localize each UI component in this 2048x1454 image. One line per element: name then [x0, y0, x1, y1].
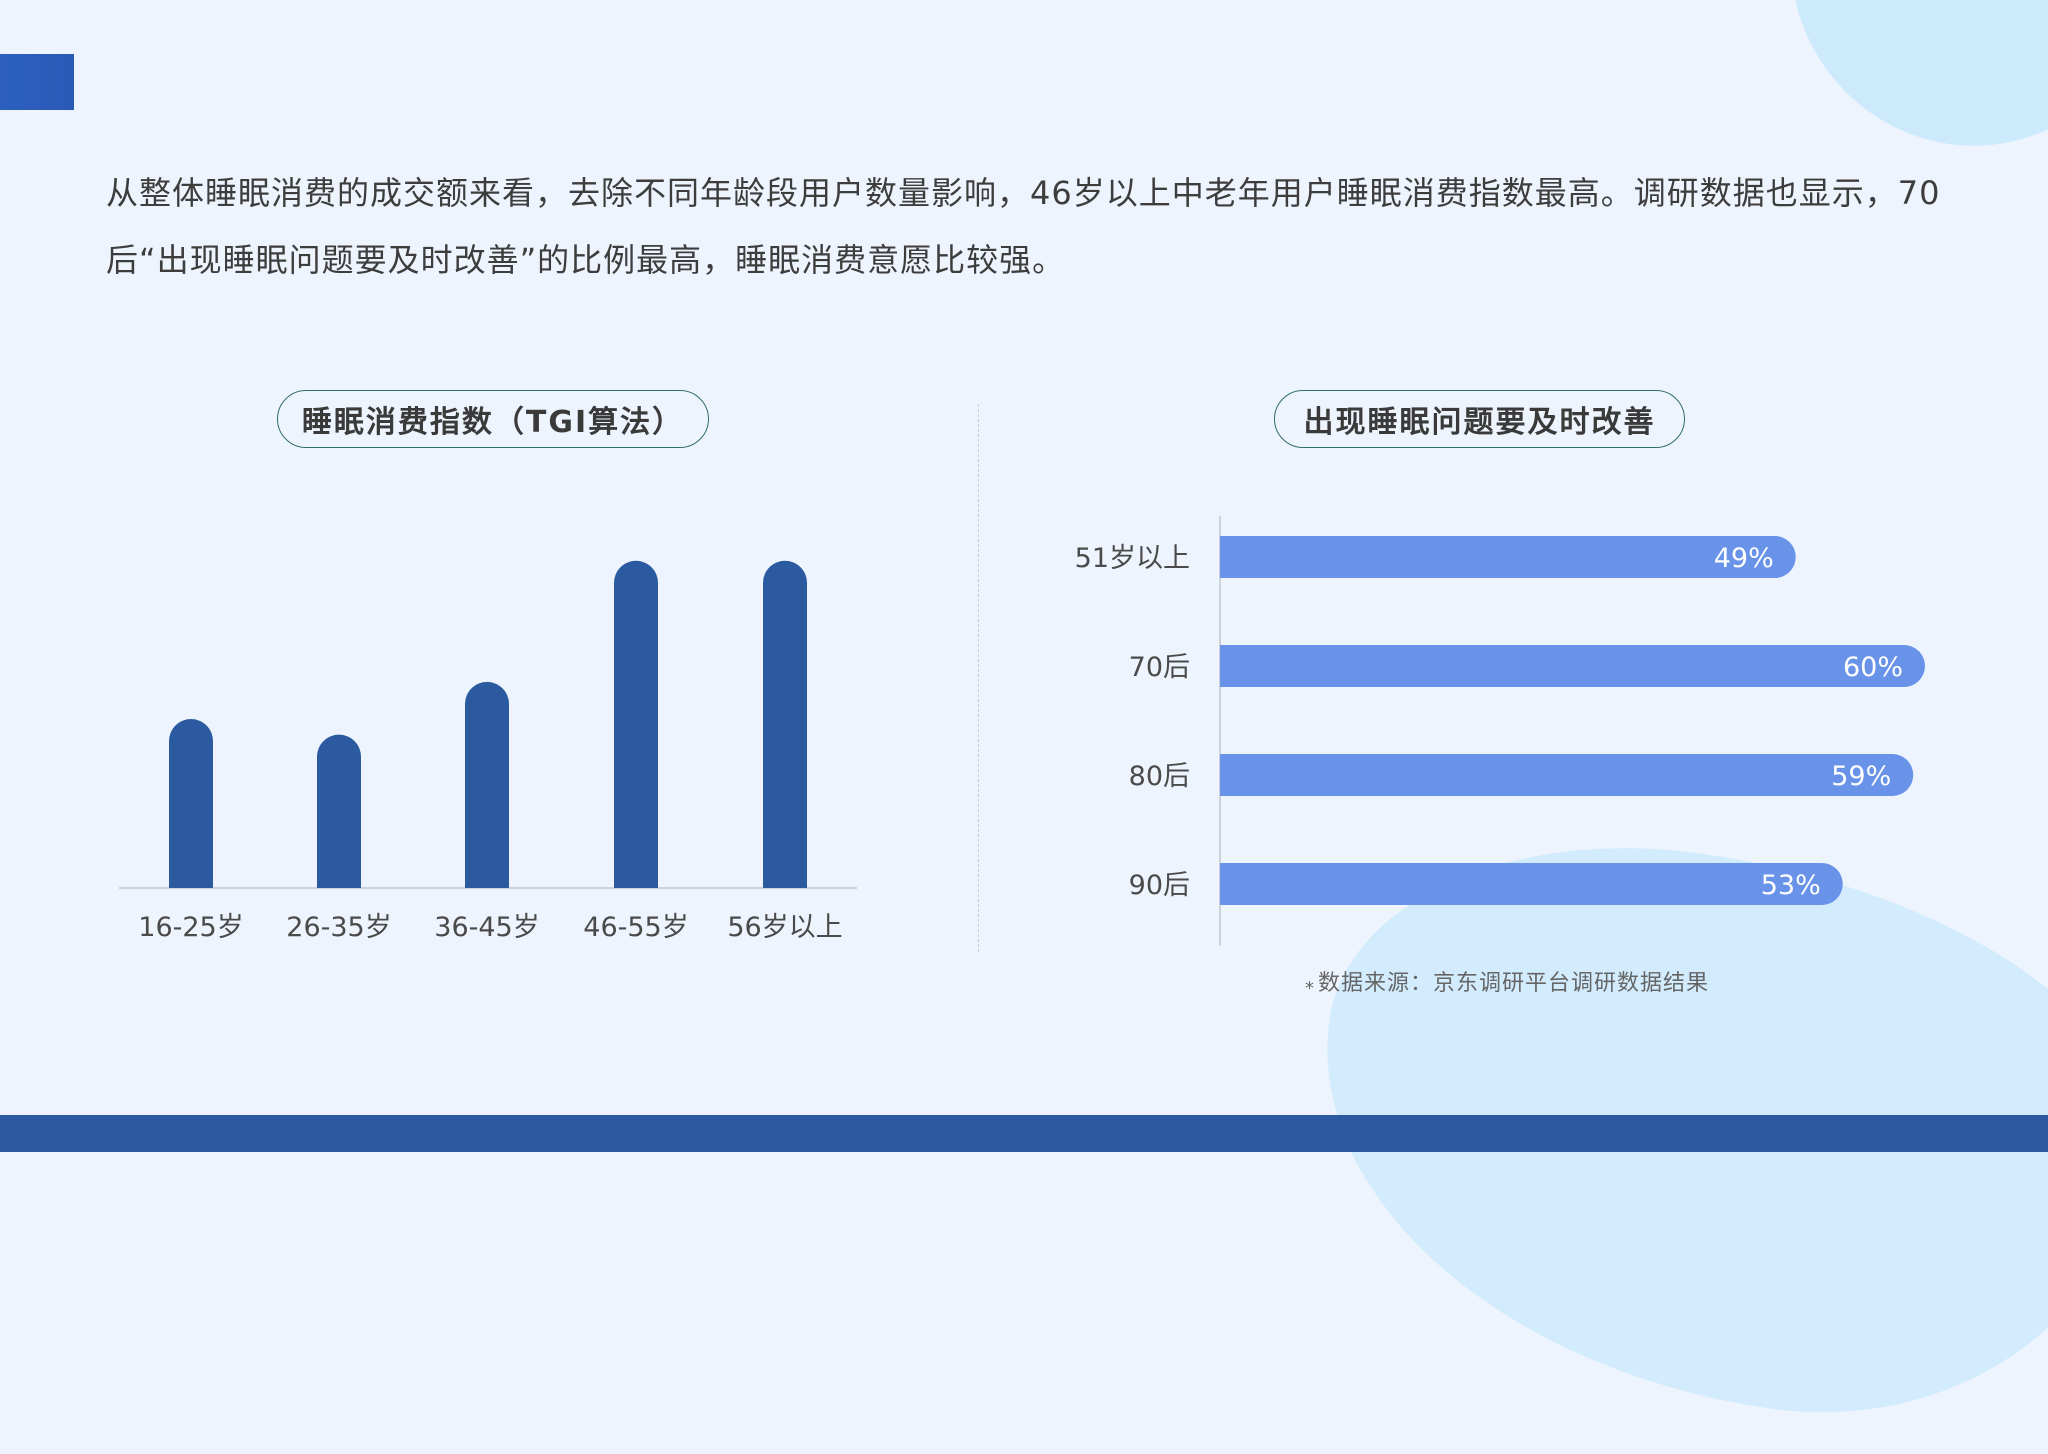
- horizontal-bar-1: [1220, 536, 1796, 578]
- source-note: * 数据来源：京东调研平台调研数据结果: [1305, 965, 1710, 999]
- horizontal-bar-value-label-2: 60%: [1843, 652, 1903, 683]
- horizontal-tick-label-2: 70后: [1129, 652, 1190, 683]
- horizontal-tick-label-4: 90后: [1129, 870, 1190, 901]
- horizontal-tick-label-1: 51岁以上: [1075, 543, 1190, 574]
- horizontal-bar-chart: 51岁以上 49% 70后 60% 80后 59% 90后 53%: [1075, 516, 1925, 946]
- bottom-bar: [0, 1115, 2048, 1152]
- column-tick-label-5: 56岁以上: [727, 912, 842, 943]
- horizontal-bar-value-label-3: 59%: [1831, 761, 1891, 792]
- column-bar-3: [465, 681, 509, 888]
- horizontal-bar-3: [1220, 754, 1914, 796]
- horizontal-bar-2: [1220, 645, 1925, 687]
- horizontal-tick-label-3: 80后: [1129, 761, 1190, 792]
- column-bar-2: [317, 734, 361, 888]
- column-bar-1: [169, 719, 213, 888]
- column-bar-5: [763, 560, 807, 888]
- column-tick-label-3: 36-45岁: [434, 912, 539, 943]
- column-tick-label-1: 16-25岁: [138, 912, 243, 943]
- column-tick-label-2: 26-35岁: [286, 912, 391, 943]
- column-bar-4: [614, 560, 658, 888]
- horizontal-bar-value-label-4: 53%: [1761, 870, 1821, 901]
- column-tick-label-4: 46-55岁: [583, 912, 688, 943]
- charts-canvas: 16-25岁 26-35岁 36-45岁 46-55岁 56岁以上 51岁以上 49% 70…: [119, 516, 1925, 946]
- source-star: *: [1305, 978, 1315, 999]
- horizontal-bar-4: [1220, 863, 1843, 905]
- column-chart: 16-25岁 26-35岁 36-45岁 46-55岁 56岁以上: [119, 560, 857, 943]
- source-note-text: 数据来源：京东调研平台调研数据结果: [1318, 971, 1710, 996]
- horizontal-bar-value-label-1: 49%: [1714, 543, 1774, 574]
